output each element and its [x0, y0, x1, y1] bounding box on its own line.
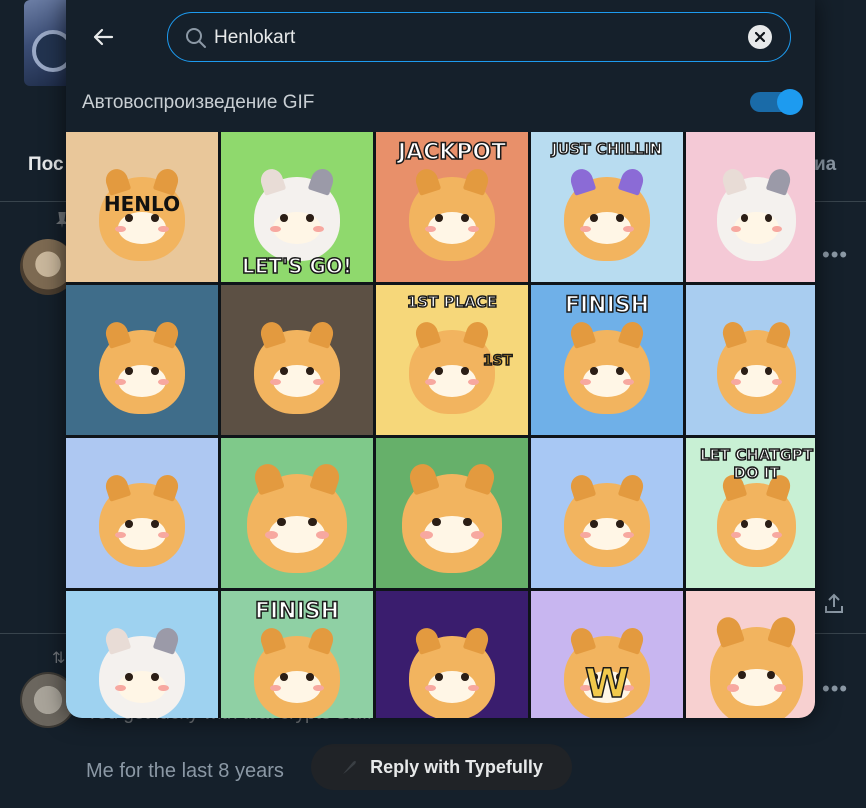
gif-henlo-mug[interactable]: HENLO	[66, 132, 218, 282]
toggle-knob	[777, 89, 803, 115]
post-image-thumbnail[interactable]	[24, 0, 74, 86]
gif-caption-secondary: DO IT	[733, 463, 781, 483]
gif-caption: FINISH	[254, 598, 340, 625]
hamster-illustration	[564, 483, 650, 567]
gif-forest-hamster[interactable]	[376, 438, 528, 588]
gif-angry-hamster[interactable]	[221, 438, 373, 588]
gif-beer-friends[interactable]	[531, 438, 683, 588]
gif-search-box[interactable]	[167, 12, 791, 62]
hamster-illustration	[409, 636, 495, 718]
search-icon	[186, 28, 206, 48]
gif-results-grid: HENLO LET'S GO! JACKPOT JUST CHILLIN 1ST PLA…	[66, 132, 815, 718]
gif-caption: LET'S GO!	[241, 253, 353, 279]
back-button[interactable]	[86, 20, 120, 54]
typefully-label: Reply with Typefully	[370, 756, 543, 777]
hamster-illustration	[717, 177, 796, 261]
hamster-illustration	[401, 474, 503, 573]
gif-cave-hamsters[interactable]	[221, 285, 373, 435]
gif-pink-hamster[interactable]	[686, 591, 815, 718]
hamster-illustration	[99, 636, 185, 718]
feather-icon	[343, 760, 356, 774]
post-text: Me for the last 8 years	[86, 760, 284, 782]
gif-white-kart[interactable]	[66, 591, 218, 718]
gif-caption: W	[584, 660, 630, 708]
gif-jackpot[interactable]: JACKPOT	[376, 132, 528, 282]
gif-caption: JUST CHILLIN	[551, 139, 663, 159]
gif-lets-go-kart[interactable]: LET'S GO!	[221, 132, 373, 282]
share-icon[interactable]	[822, 592, 846, 616]
gif-just-chillin[interactable]: JUST CHILLIN	[531, 132, 683, 282]
hamster-illustration	[717, 330, 796, 414]
hamster-illustration	[564, 330, 650, 414]
hamster-illustration	[709, 627, 804, 718]
hamster-illustration	[99, 177, 185, 261]
hamster-illustration	[254, 177, 340, 261]
hamster-illustration	[99, 330, 185, 414]
gif-first-place[interactable]: 1ST PLACE 1ST	[376, 285, 528, 435]
autoplay-gif-label: Автовоспроизведение GIF	[82, 92, 315, 113]
tab-media[interactable]: иа	[814, 154, 836, 176]
more-icon[interactable]: •••	[822, 676, 848, 702]
gif-carrot-throne[interactable]	[66, 285, 218, 435]
gif-standing-hamster[interactable]	[66, 438, 218, 588]
gif-caption: LET CHATGPT	[699, 445, 814, 465]
hamster-illustration	[409, 330, 495, 414]
gif-finish-point[interactable]: FINISH	[221, 591, 373, 718]
tab-posts[interactable]: Пос	[28, 154, 64, 176]
gif-w-hamster[interactable]: W	[531, 591, 683, 718]
gif-picker-modal: Автовоспроизведение GIF HENLO LET'S GO! JA…	[66, 0, 815, 718]
retweet-icon: ⇅	[52, 650, 66, 667]
more-icon[interactable]: •••	[822, 242, 848, 268]
gif-caption: 1ST PLACE	[406, 292, 498, 312]
reply-with-typefully-button[interactable]: Reply with Typefully	[311, 744, 572, 790]
hamster-illustration	[717, 483, 796, 567]
hamster-illustration	[99, 483, 185, 567]
clear-search-button[interactable]	[748, 25, 772, 49]
gif-driving-kart[interactable]	[686, 285, 815, 435]
hamster-illustration	[564, 177, 650, 261]
gif-caption-secondary: 1ST	[482, 352, 513, 370]
gif-caption: HENLO	[103, 192, 181, 216]
gif-caption: FINISH	[564, 292, 650, 319]
close-icon	[755, 32, 765, 42]
hamster-illustration	[254, 330, 340, 414]
hamster-illustration	[254, 636, 340, 718]
gif-caption: JACKPOT	[397, 139, 507, 166]
gif-purple-hamster[interactable]	[376, 591, 528, 718]
back-arrow-icon	[93, 28, 114, 46]
autoplay-gif-toggle[interactable]	[750, 89, 803, 115]
gif-search-input[interactable]	[212, 13, 736, 62]
hamster-illustration	[246, 474, 348, 573]
gif-chatgpt-hamster[interactable]: LET CHATGPT DO IT	[686, 438, 815, 588]
gif-seed-hamster[interactable]	[686, 132, 815, 282]
hamster-illustration	[409, 177, 495, 261]
gif-finish-line-kart[interactable]: FINISH	[531, 285, 683, 435]
